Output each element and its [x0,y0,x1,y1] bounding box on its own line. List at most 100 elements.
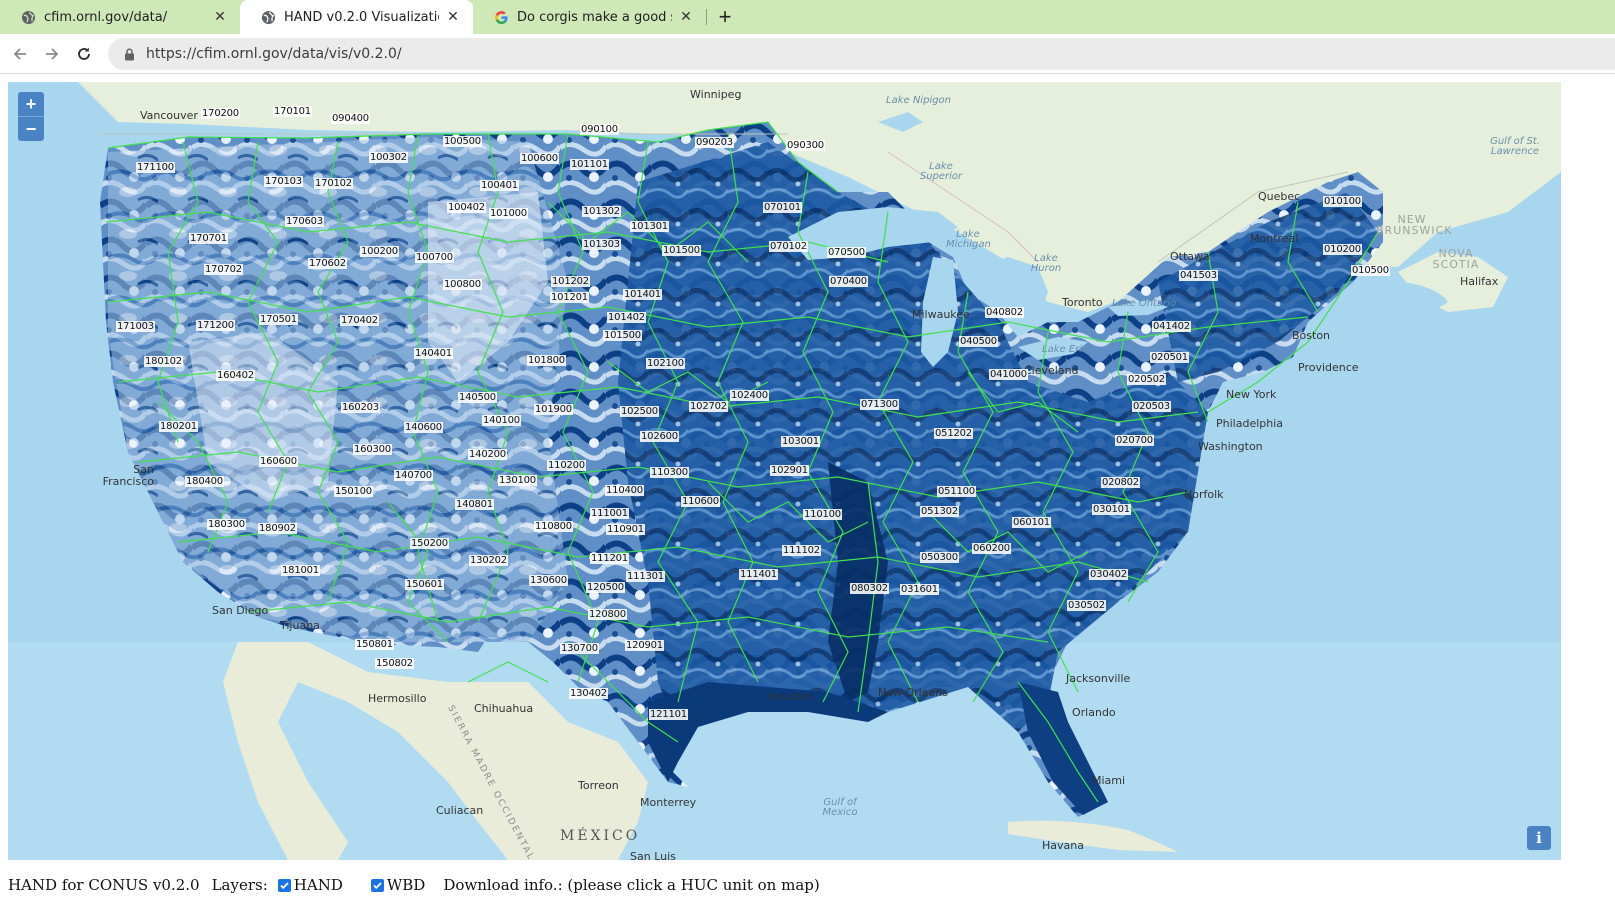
reload-button[interactable] [72,42,96,66]
hand-layer-toggle[interactable]: HAND [277,876,343,894]
huc-label[interactable]: 170702 [204,264,243,275]
huc-label[interactable]: 100600 [520,153,559,164]
huc-label[interactable]: 140200 [468,449,507,460]
huc-label[interactable]: 060200 [972,543,1011,554]
huc-label[interactable]: 030402 [1089,569,1128,580]
huc-label[interactable]: 120500 [586,582,625,593]
huc-label[interactable]: 101500 [603,330,642,341]
checkbox-checked-icon[interactable] [277,878,291,892]
huc-label[interactable]: 140801 [455,499,494,510]
huc-label[interactable]: 090300 [786,140,825,151]
huc-label[interactable]: 100200 [360,246,399,257]
huc-label[interactable]: 170602 [308,258,347,269]
huc-label[interactable]: 180102 [144,356,183,367]
huc-label[interactable]: 010200 [1323,244,1362,255]
huc-label[interactable]: 160300 [353,444,392,455]
huc-label[interactable]: 051100 [937,486,976,497]
huc-label[interactable]: 020700 [1115,435,1154,446]
huc-label[interactable]: 140100 [482,415,521,426]
huc-label[interactable]: 102100 [646,358,685,369]
huc-label[interactable]: 020802 [1101,477,1140,488]
huc-label[interactable]: 102901 [770,465,809,476]
huc-label[interactable]: 050300 [920,552,959,563]
huc-label[interactable]: 170501 [259,314,298,325]
huc-label[interactable]: 102500 [620,406,659,417]
tab-hand-visualization[interactable]: HAND v0.2.0 Visualization ✕ [240,0,473,34]
huc-label[interactable]: 030101 [1092,504,1131,515]
huc-label[interactable]: 180902 [258,523,297,534]
huc-label[interactable]: 103001 [781,436,820,447]
huc-label[interactable]: 020501 [1150,352,1189,363]
huc-label[interactable]: 110800 [534,521,573,532]
huc-label[interactable]: 170603 [285,216,324,227]
zoom-out-button[interactable]: − [18,117,44,141]
info-button[interactable]: i [1527,826,1551,850]
huc-label[interactable]: 170701 [189,233,228,244]
huc-label[interactable]: 020502 [1127,374,1166,385]
huc-label[interactable]: 180400 [185,476,224,487]
huc-label[interactable]: 121101 [649,709,688,720]
huc-label[interactable]: 040802 [985,307,1024,318]
huc-label[interactable]: 070102 [769,241,808,252]
huc-label[interactable]: 101202 [551,276,590,287]
huc-label[interactable]: 180300 [207,519,246,530]
back-button[interactable] [8,42,32,66]
huc-label[interactable]: 070400 [829,276,868,287]
huc-label[interactable]: 111001 [590,508,629,519]
huc-label[interactable]: 170200 [201,108,240,119]
huc-label[interactable]: 111301 [626,571,665,582]
huc-label[interactable]: 110100 [803,509,842,520]
huc-label[interactable]: 100800 [443,279,482,290]
huc-label[interactable]: 101301 [630,221,669,232]
huc-label[interactable]: 130600 [529,575,568,586]
huc-label[interactable]: 170101 [273,106,312,117]
huc-label[interactable]: 111102 [782,545,821,556]
huc-label[interactable]: 020503 [1132,401,1171,412]
huc-label[interactable]: 110200 [547,460,586,471]
huc-label[interactable]: 100402 [447,202,486,213]
huc-label[interactable]: 090203 [695,137,734,148]
huc-label[interactable]: 170402 [340,315,379,326]
huc-label[interactable]: 170103 [264,176,303,187]
huc-label[interactable]: 140500 [458,392,497,403]
huc-label[interactable]: 100302 [369,152,408,163]
huc-label[interactable]: 140600 [404,422,443,433]
huc-label[interactable]: 130202 [469,555,508,566]
huc-label[interactable]: 101303 [582,239,621,250]
huc-label[interactable]: 041503 [1179,270,1218,281]
huc-label[interactable]: 090100 [580,124,619,135]
huc-label[interactable]: 110300 [650,467,689,478]
huc-label[interactable]: 100401 [480,180,519,191]
huc-label[interactable]: 130402 [569,688,608,699]
huc-label[interactable]: 051302 [920,506,959,517]
huc-label[interactable]: 150200 [410,538,449,549]
huc-label[interactable]: 171100 [136,162,175,173]
zoom-in-button[interactable]: + [18,92,44,116]
huc-label[interactable]: 101101 [570,159,609,170]
huc-label[interactable]: 101401 [623,289,662,300]
huc-label[interactable]: 101302 [582,206,621,217]
forward-button[interactable] [40,42,64,66]
tab-cfim-data[interactable]: cfim.ornl.gov/data/ ✕ [0,0,240,34]
huc-label[interactable]: 071300 [860,399,899,410]
huc-label[interactable]: 150601 [405,579,444,590]
hand-map[interactable]: Lake Nipigon Lake Superior Lake Michigan… [8,82,1561,860]
huc-label[interactable]: 102400 [730,390,769,401]
huc-label[interactable]: 041402 [1152,321,1191,332]
huc-label[interactable]: 150802 [375,658,414,669]
huc-label[interactable]: 041000 [989,369,1028,380]
huc-label[interactable]: 111401 [739,569,778,580]
new-tab-button[interactable]: + [712,4,738,29]
huc-label[interactable]: 031601 [900,584,939,595]
huc-label[interactable]: 150100 [334,486,373,497]
huc-label[interactable]: 171003 [116,321,155,332]
huc-label[interactable]: 102702 [689,401,728,412]
huc-label[interactable]: 160203 [341,402,380,413]
huc-label[interactable]: 101500 [662,245,701,256]
wbd-layer-toggle[interactable]: WBD [370,876,425,894]
huc-label[interactable]: 101800 [527,355,566,366]
huc-label[interactable]: 160402 [216,370,255,381]
huc-label[interactable]: 051202 [934,428,973,439]
huc-label[interactable]: 120901 [625,640,664,651]
close-icon[interactable]: ✕ [678,9,694,25]
